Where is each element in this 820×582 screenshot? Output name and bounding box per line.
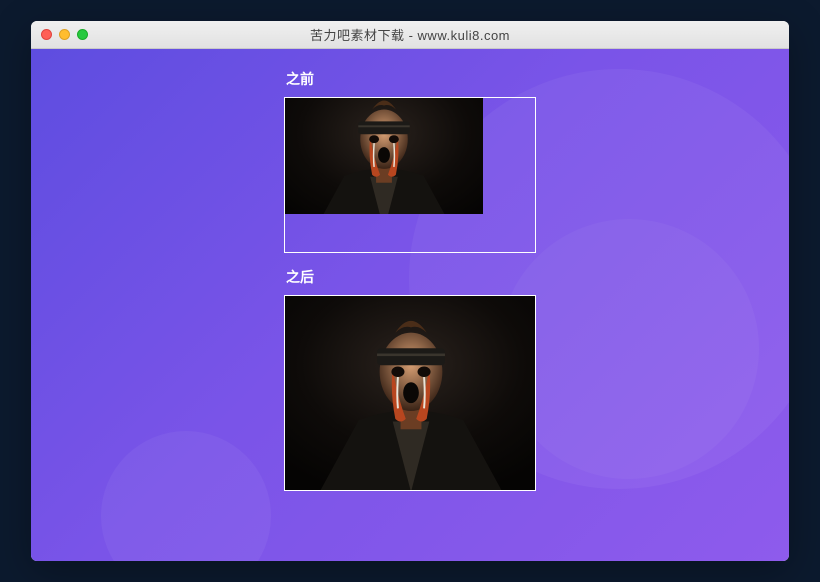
image-after [285,296,536,491]
image-frame-after [284,295,536,491]
browser-window: 苦力吧素材下载 - www.kuli8.com 之前 [31,21,789,561]
zoom-icon[interactable] [77,29,88,40]
close-icon[interactable] [41,29,52,40]
minimize-icon[interactable] [59,29,70,40]
titlebar: 苦力吧素材下载 - www.kuli8.com [31,21,789,49]
image-before [285,98,483,214]
window-title: 苦力吧素材下载 - www.kuli8.com [31,25,789,44]
viewport: 之前 [31,49,789,561]
window-controls [41,29,88,40]
image-frame-before [284,97,536,253]
decoration-circle [101,431,271,561]
label-after: 之后 [286,267,536,287]
label-before: 之前 [286,69,536,89]
content-column: 之前 [284,69,536,491]
